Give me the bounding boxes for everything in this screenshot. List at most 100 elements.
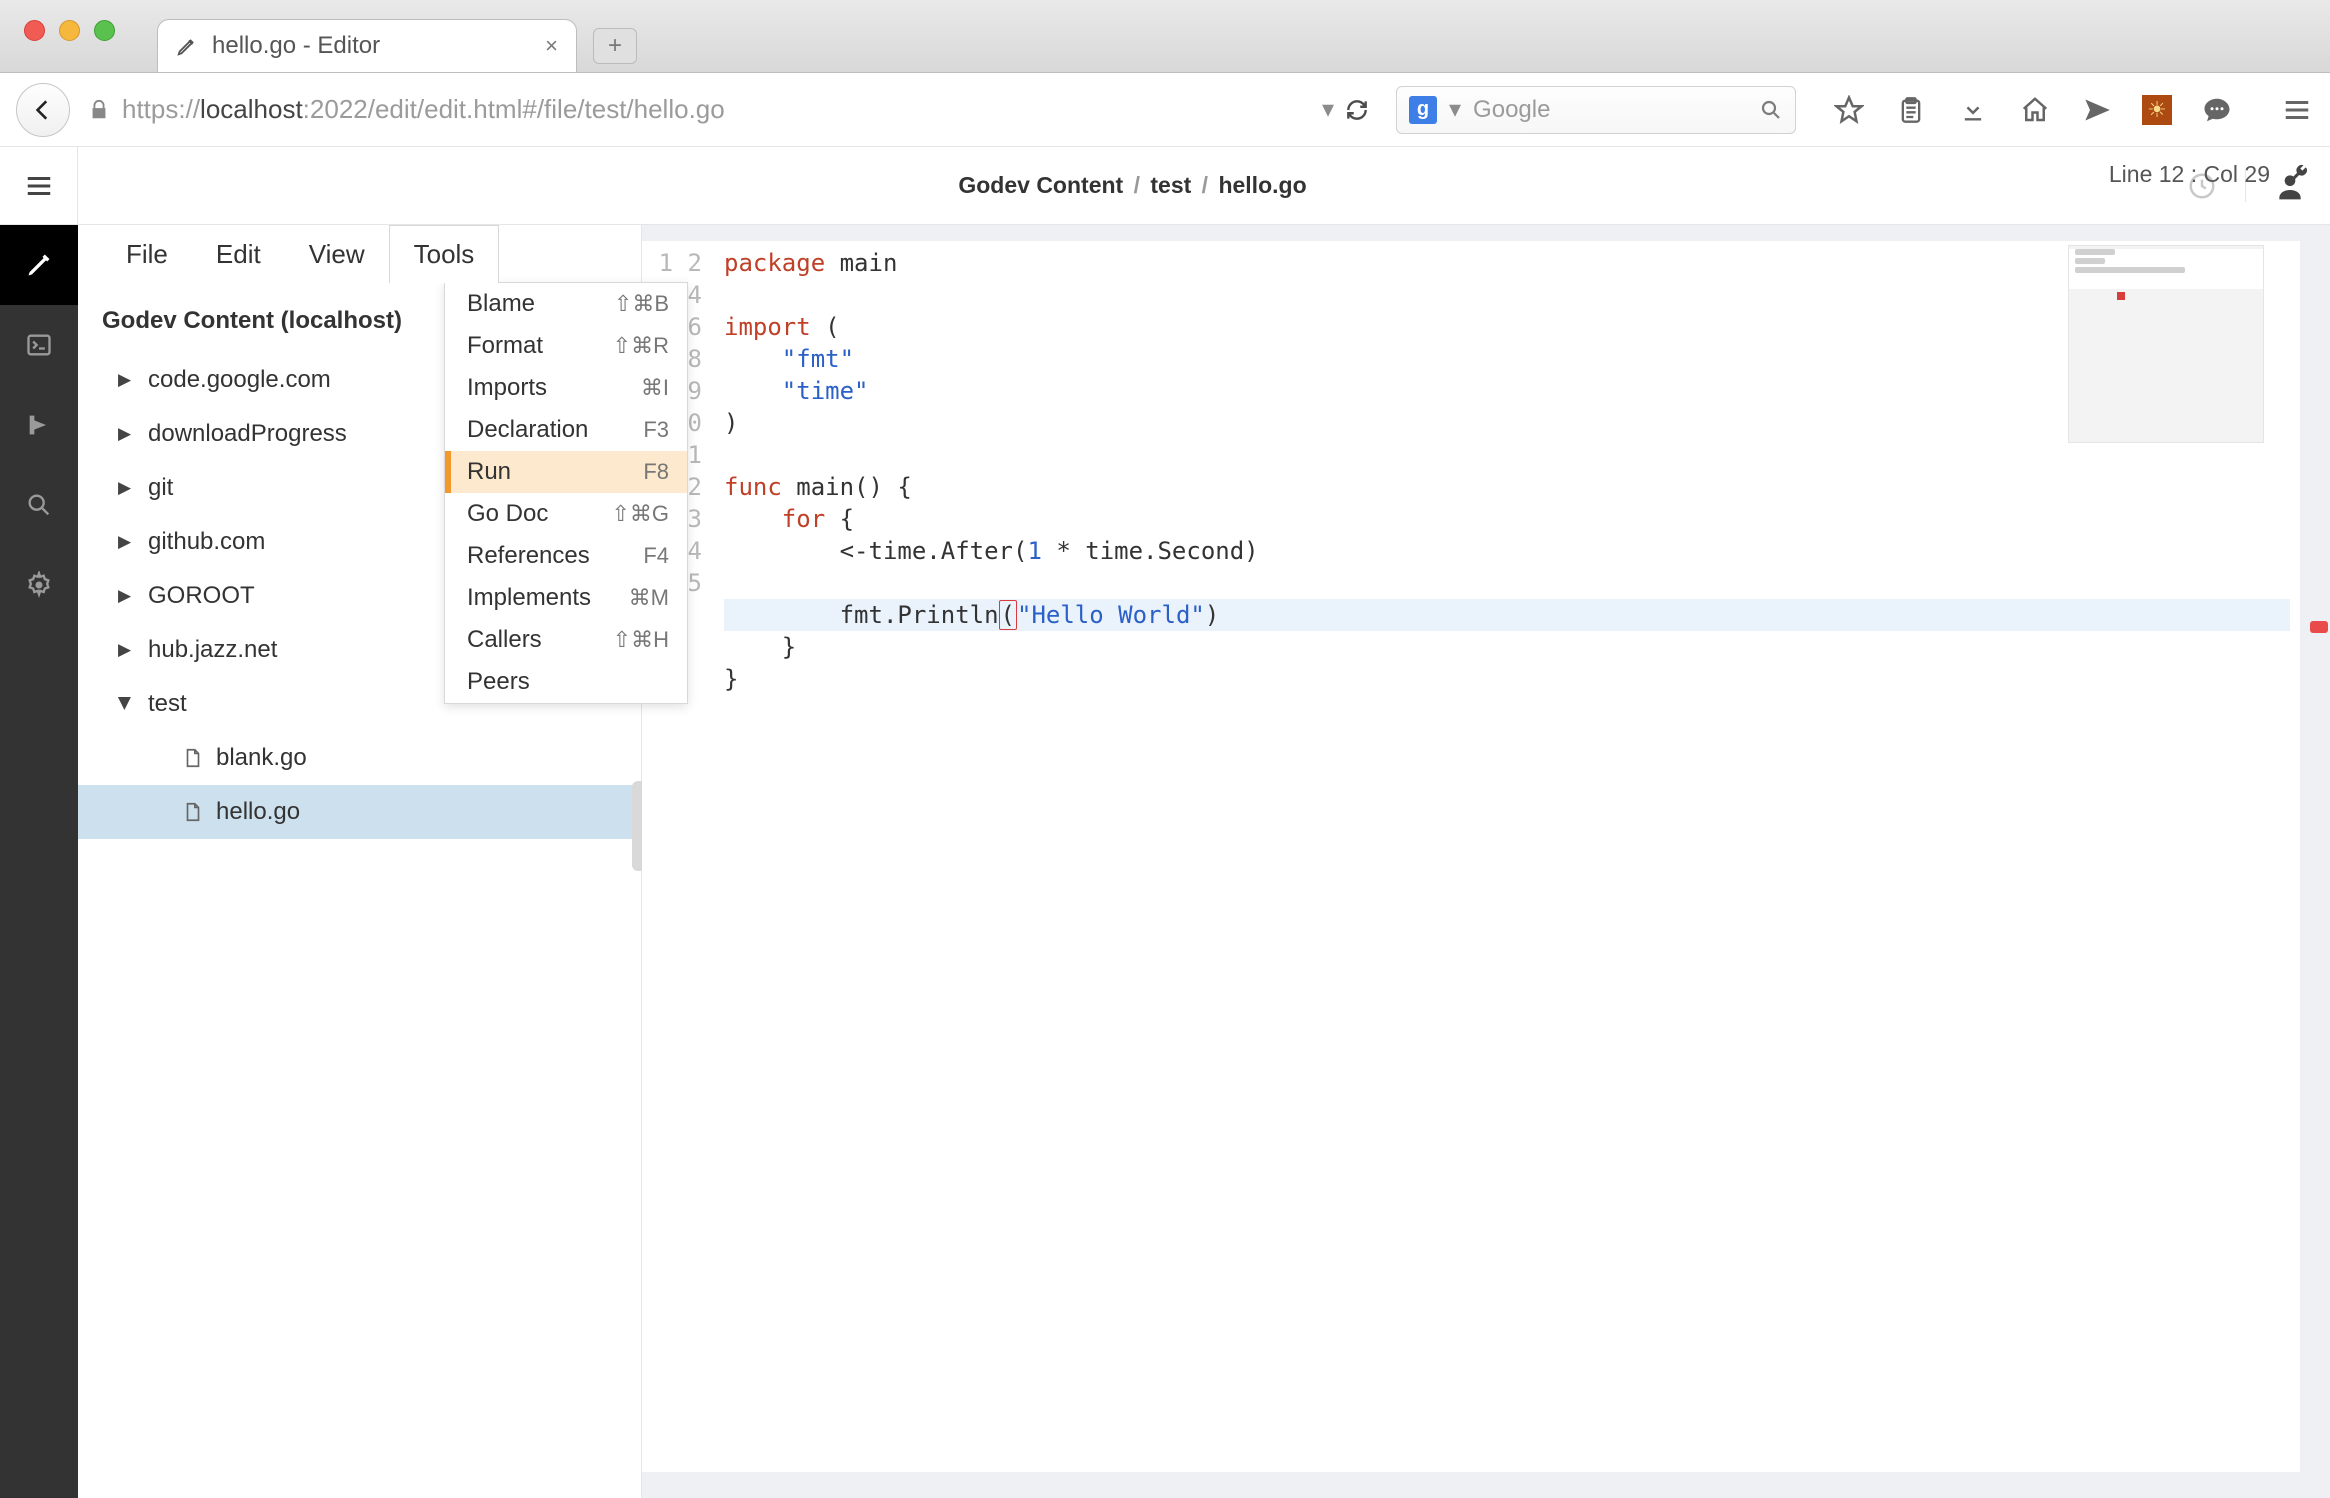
tools-menu-item[interactable]: Imports⌘I — [445, 367, 687, 409]
tools-menu-item[interactable]: Implements ⌘M — [445, 577, 687, 619]
main-area: File Edit View Tools Line 12 : Col 29 Bl… — [0, 225, 2330, 1498]
tree-item-label: code.google.com — [148, 366, 331, 394]
twisty-icon[interactable]: ▶ — [115, 697, 135, 715]
breadcrumb-sep: / — [1198, 172, 1212, 198]
pencil-icon — [176, 35, 198, 57]
twisty-icon[interactable]: ▶ — [118, 532, 136, 552]
tools-menu-item[interactable]: Blame ⇧⌘B — [445, 283, 687, 325]
url-scheme: https:// — [122, 94, 200, 125]
file-icon — [182, 747, 204, 769]
menu-view[interactable]: View — [285, 225, 389, 283]
code-area[interactable]: package main import ( "fmt" "time" ) fun… — [714, 241, 2300, 1472]
menubar: File Edit View Tools Line 12 : Col 29 — [78, 225, 641, 283]
tab-title: hello.go - Editor — [212, 32, 531, 60]
send-icon[interactable] — [2080, 93, 2114, 127]
rail-settings[interactable] — [0, 545, 78, 625]
rail-terminal[interactable] — [0, 305, 78, 385]
chat-icon[interactable] — [2200, 93, 2234, 127]
dropdown-caret-icon[interactable]: ▾ — [1449, 95, 1461, 124]
menu-item-shortcut: ⌘M — [629, 585, 669, 611]
tools-menu-item[interactable]: DeclarationF3 — [445, 409, 687, 451]
lock-icon — [88, 99, 110, 121]
twisty-icon[interactable]: ▶ — [118, 640, 136, 660]
tree-item-label: github.com — [148, 528, 265, 556]
menu-item-label: Implements — [467, 584, 591, 612]
dropdown-caret-icon[interactable]: ▾ — [1322, 95, 1334, 124]
hamburger-button[interactable] — [0, 147, 78, 224]
tools-menu-item[interactable]: RunF8 — [445, 451, 687, 493]
minimap-error-marker — [2117, 292, 2125, 300]
tree-file[interactable]: blank.go — [78, 731, 641, 785]
tab-close-icon[interactable]: × — [545, 33, 558, 59]
minimap[interactable] — [2068, 245, 2264, 443]
menu-item-label: Go Doc — [467, 500, 548, 528]
breadcrumb-leaf[interactable]: hello.go — [1218, 172, 1306, 198]
menu-item-shortcut: F8 — [643, 459, 669, 485]
tree-item-label: git — [148, 474, 173, 502]
menu-tools[interactable]: Tools — [389, 225, 500, 283]
url-host: localhost — [200, 94, 303, 125]
tools-menu-item[interactable]: ReferencesF4 — [445, 535, 687, 577]
menu-file[interactable]: File — [102, 225, 192, 283]
star-icon[interactable] — [1832, 93, 1866, 127]
tree-item-label: hub.jazz.net — [148, 636, 277, 664]
twisty-icon[interactable]: ▶ — [118, 478, 136, 498]
reload-icon[interactable] — [1344, 97, 1370, 123]
menu-item-shortcut: ⇧⌘B — [614, 291, 669, 317]
app-header: Godev Content / test / hello.go — [0, 147, 2330, 225]
rail-run[interactable] — [0, 385, 78, 465]
tools-menu-item[interactable]: Callers ⇧⌘H — [445, 619, 687, 661]
back-button[interactable] — [16, 83, 70, 137]
tools-menu-item[interactable]: Format⇧⌘R — [445, 325, 687, 367]
tree-file[interactable]: hello.go — [78, 785, 641, 839]
tree-item-label: blank.go — [216, 744, 307, 772]
tools-menu-item[interactable]: Go Doc ⇧⌘G — [445, 493, 687, 535]
menu-icon[interactable] — [2280, 93, 2314, 127]
clipboard-icon[interactable] — [1894, 93, 1928, 127]
window-maximize-button[interactable] — [94, 20, 115, 41]
breadcrumb-root[interactable]: Godev Content — [958, 172, 1123, 198]
file-icon — [182, 801, 204, 823]
menu-item-label: Peers — [467, 668, 530, 696]
window-close-button[interactable] — [24, 20, 45, 41]
home-icon[interactable] — [2018, 93, 2052, 127]
window-controls — [0, 0, 137, 41]
status-text: Line 12 : Col 29 — [2109, 161, 2270, 188]
twisty-icon[interactable]: ▶ — [118, 370, 136, 390]
new-tab-button[interactable]: + — [593, 28, 637, 64]
plus-icon: + — [608, 32, 622, 60]
breadcrumb-sep: / — [1130, 172, 1144, 198]
menu-item-label: Declaration — [467, 416, 588, 444]
tree-item-label: downloadProgress — [148, 420, 347, 448]
menu-item-label: Imports — [467, 374, 547, 402]
reload-controls: ▾ — [1322, 95, 1384, 124]
search-placeholder: Google — [1473, 96, 1747, 124]
tree-item-label: test — [148, 690, 187, 718]
url-input[interactable]: https://localhost:2022/edit/edit.html#/f… — [122, 86, 1310, 134]
tools-dropdown: Blame⇧⌘BFormat⇧⌘RImports⌘IDeclarationF3R… — [444, 282, 688, 704]
breadcrumb: Godev Content / test / hello.go — [78, 172, 2187, 199]
google-badge-icon: g — [1409, 96, 1437, 124]
error-marker[interactable] — [2310, 621, 2328, 633]
twisty-icon[interactable]: ▶ — [118, 424, 136, 444]
breadcrumb-mid[interactable]: test — [1150, 172, 1191, 198]
rail-search[interactable] — [0, 465, 78, 545]
menu-item-label: References — [467, 542, 590, 570]
menu-item-label: Callers — [467, 626, 542, 654]
twisty-icon[interactable]: ▶ — [118, 586, 136, 606]
menu-item-shortcut: ⇧⌘G — [611, 501, 669, 527]
search-box[interactable]: g ▾ Google — [1396, 86, 1796, 134]
menu-item-shortcut: ⇧⌘H — [613, 627, 669, 653]
menu-item-label: Blame — [467, 290, 535, 318]
side-panel: File Edit View Tools Line 12 : Col 29 Bl… — [78, 225, 642, 1498]
window-minimize-button[interactable] — [59, 20, 80, 41]
tools-menu-item[interactable]: Peers — [445, 661, 687, 703]
rail-editor[interactable] — [0, 225, 78, 305]
wrench-icon[interactable] — [2284, 162, 2310, 188]
browser-tab-active[interactable]: hello.go - Editor × — [157, 19, 577, 72]
extension-badge-icon[interactable]: ☀ — [2142, 95, 2172, 125]
download-icon[interactable] — [1956, 93, 1990, 127]
browser-toolbar-icons: ☀ — [1808, 93, 2314, 127]
search-icon[interactable] — [1759, 98, 1783, 122]
menu-edit[interactable]: Edit — [192, 225, 285, 283]
